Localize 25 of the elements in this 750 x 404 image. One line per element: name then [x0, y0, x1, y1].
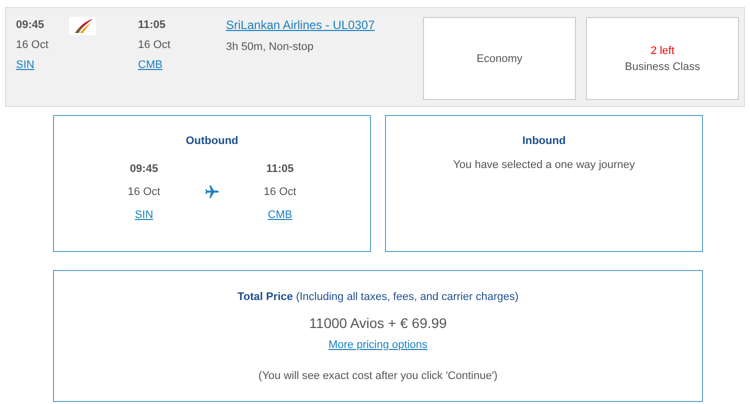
airline-logo [69, 17, 96, 35]
price-note: (You will see exact cost after you click 'Continue') [258, 369, 498, 383]
journey-title: Inbound [522, 134, 566, 148]
fare-option[interactable]: Economy [423, 17, 576, 100]
date-text: 16 Oct [16, 38, 50, 53]
date-text: 16 Oct [128, 185, 160, 199]
time-text: 09:45 [16, 18, 46, 33]
airport-link[interactable]: CMB [138, 57, 162, 73]
airport-link[interactable]: SIN [134, 208, 154, 222]
time-text: 11:05 [138, 18, 167, 33]
total-price-heading: Total Price (Including all taxes, fees, and carrier charges) [237, 290, 519, 304]
time-text: 09:45 [130, 162, 158, 176]
price-amount: 11000 Avios + € 69.99 [309, 315, 447, 331]
duration-text: 3h 50m, Non-stop [226, 40, 314, 55]
pricing-options-link[interactable]: More pricing options [328, 338, 428, 352]
message-text: You have selected a one way journey [453, 158, 635, 172]
date-text: 16 Oct [264, 185, 296, 199]
date-text: 16 Oct [138, 38, 172, 53]
airport-link[interactable]: CMB [268, 208, 292, 222]
flight-link[interactable]: SriLankan Airlines - UL0307 [226, 17, 375, 33]
airport-link[interactable]: SIN [16, 57, 34, 73]
airplane-icon [204, 184, 220, 200]
journey-title: Outbound [186, 134, 238, 148]
time-text: 11:05 [266, 162, 294, 176]
fare-option[interactable]: 2 left Business Class [586, 17, 739, 100]
